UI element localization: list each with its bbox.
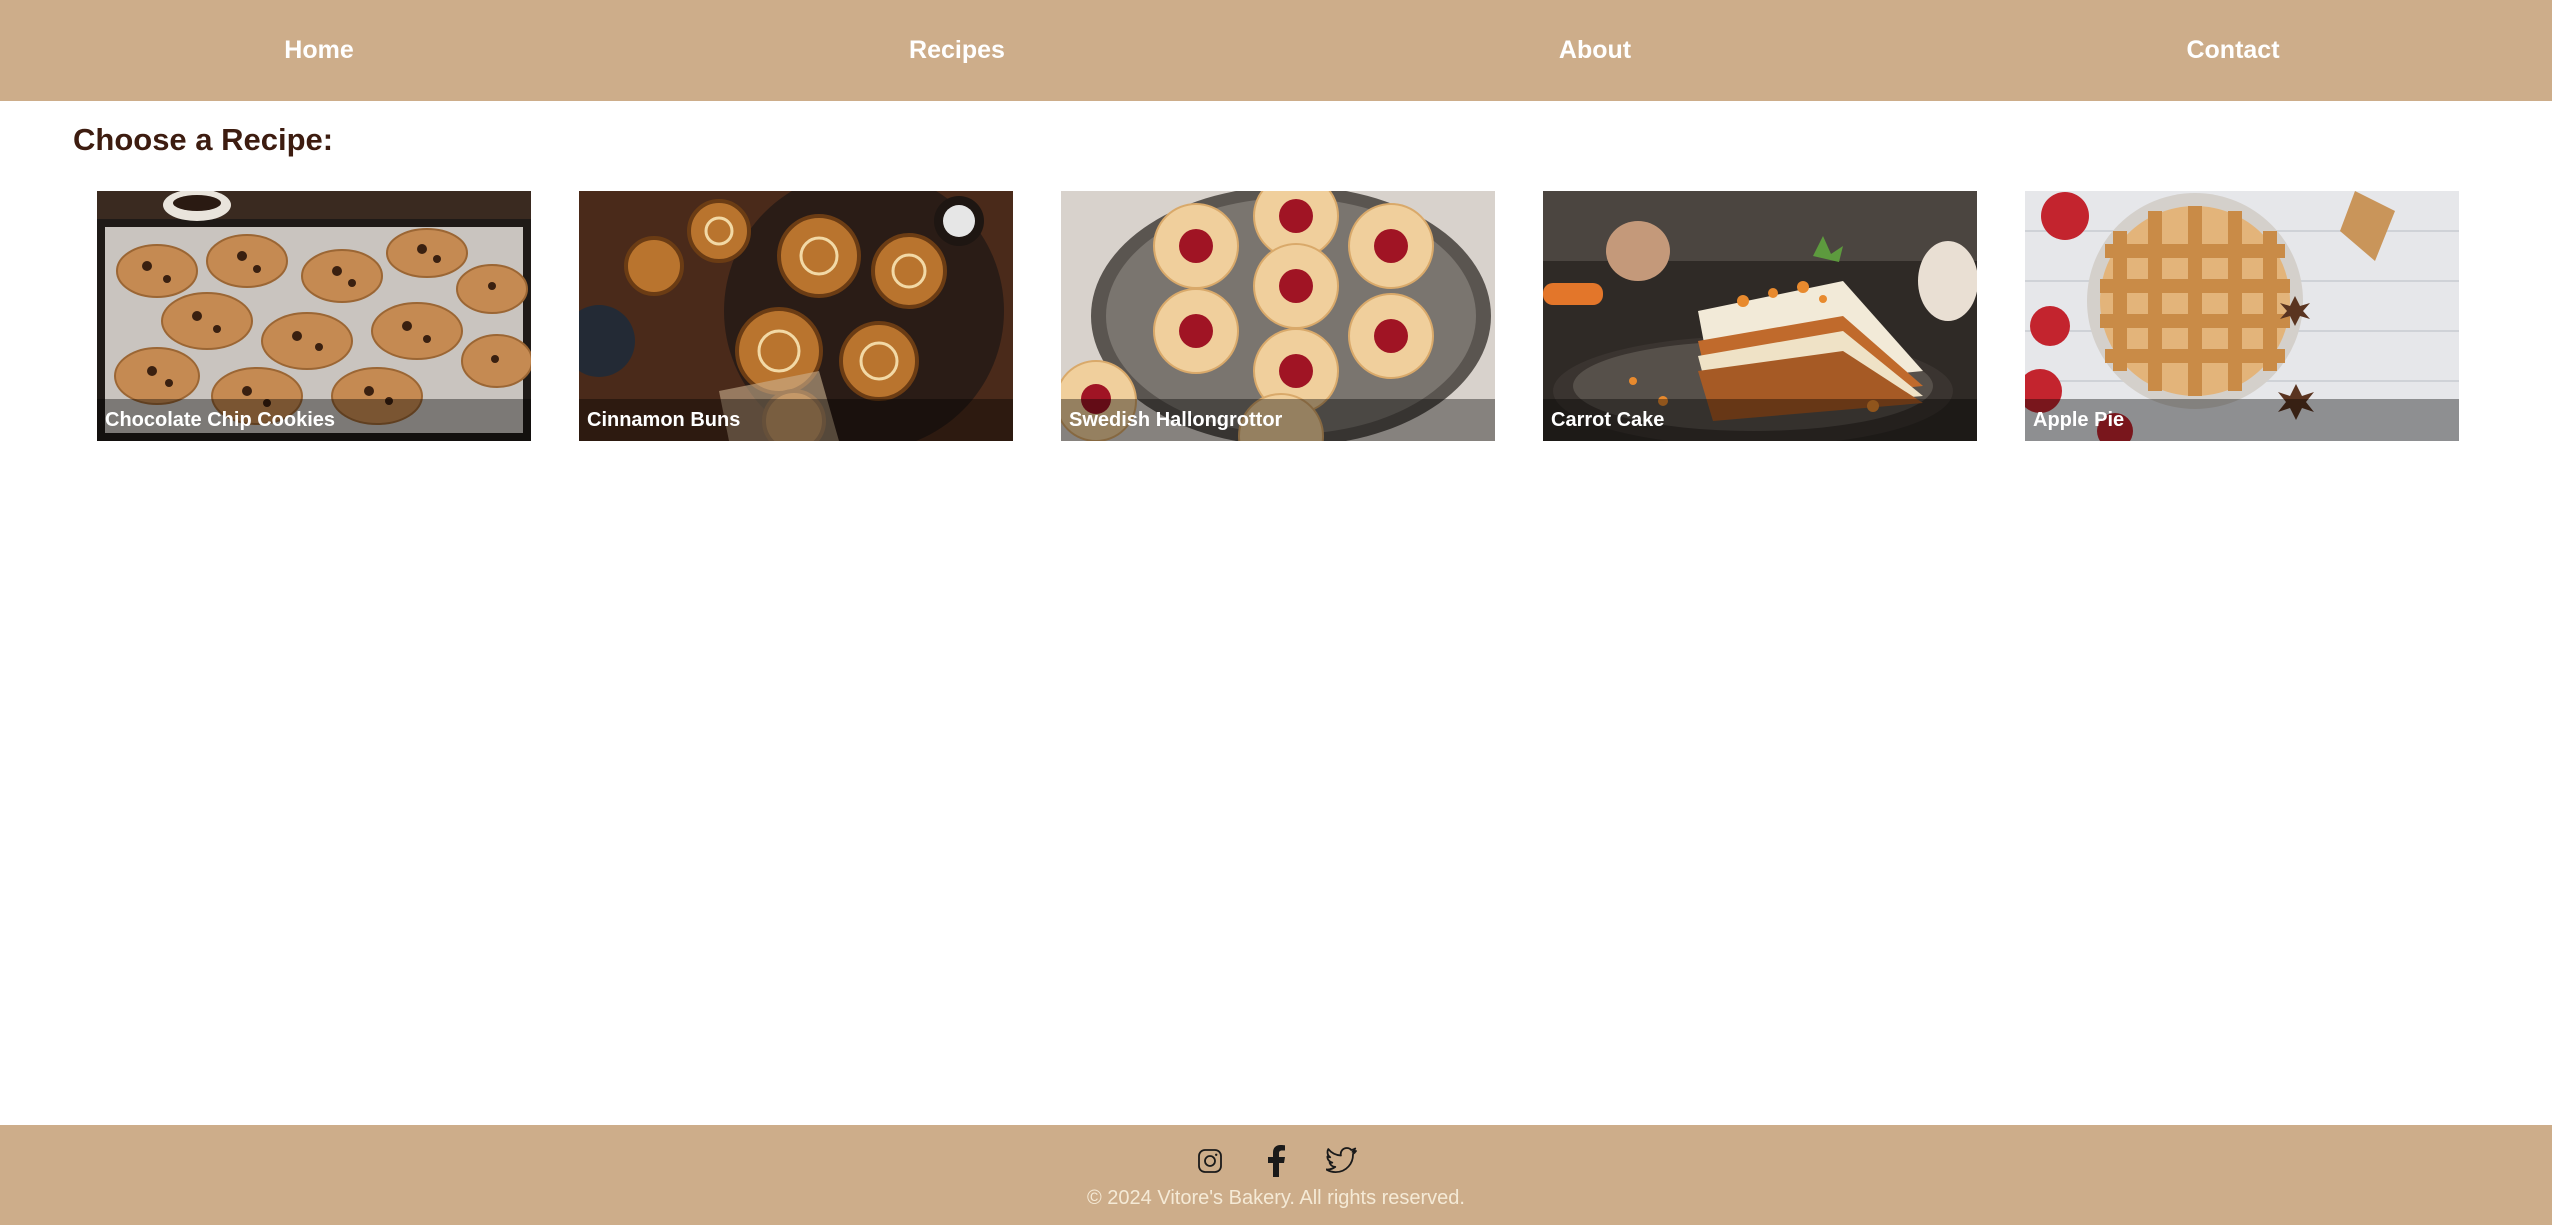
nav-contact[interactable]: Contact bbox=[1914, 0, 2552, 101]
recipe-card-title: Swedish Hallongrottor bbox=[1061, 399, 1495, 441]
recipe-card-title: Cinnamon Buns bbox=[579, 399, 1013, 441]
footer: © 2024 Vitore's Bakery. All rights reser… bbox=[0, 1125, 2552, 1225]
nav-recipes[interactable]: Recipes bbox=[638, 0, 1276, 101]
copyright-text: © 2024 Vitore's Bakery. All rights reser… bbox=[1087, 1187, 1465, 1209]
recipe-card-title: Chocolate Chip Cookies bbox=[97, 399, 531, 441]
instagram-icon[interactable] bbox=[1192, 1143, 1228, 1179]
nav-about[interactable]: About bbox=[1276, 0, 1914, 101]
recipe-card-apple-pie[interactable]: Apple Pie bbox=[2025, 191, 2459, 441]
social-links bbox=[0, 1143, 2552, 1179]
recipe-card-carrot-cake[interactable]: Carrot Cake bbox=[1543, 191, 1977, 441]
nav-home[interactable]: Home bbox=[0, 0, 638, 101]
recipe-card-list: Chocolate Chip Cookies Cinnamon Buns Swe… bbox=[97, 191, 2459, 441]
recipe-card-cinnamon-buns[interactable]: Cinnamon Buns bbox=[579, 191, 1013, 441]
recipe-card-title: Apple Pie bbox=[2025, 399, 2459, 441]
recipe-card-chocolate-chip-cookies[interactable]: Chocolate Chip Cookies bbox=[97, 191, 531, 441]
twitter-icon[interactable] bbox=[1324, 1143, 1360, 1179]
facebook-icon[interactable] bbox=[1258, 1143, 1294, 1179]
page-heading: Choose a Recipe: bbox=[73, 122, 334, 157]
recipe-card-title: Carrot Cake bbox=[1543, 399, 1977, 441]
top-nav: Home Recipes About Contact bbox=[0, 0, 2552, 101]
recipe-card-swedish-hallongrottor[interactable]: Swedish Hallongrottor bbox=[1061, 191, 1495, 441]
